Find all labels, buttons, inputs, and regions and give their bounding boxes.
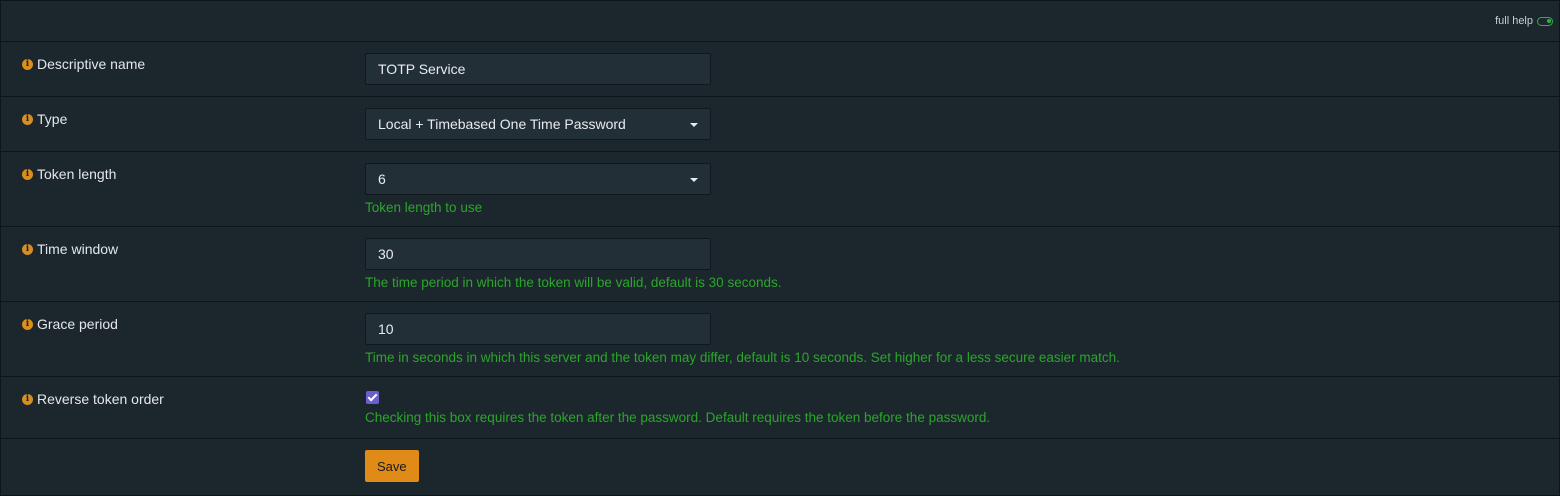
save-button[interactable]: Save	[365, 450, 419, 482]
type-select-value: Local + Timebased One Time Password	[378, 116, 626, 132]
reverse-token-order-label: Reverse token order	[37, 391, 164, 407]
token-length-control: 6 Token length to use	[365, 163, 711, 215]
info-icon[interactable]: i	[22, 318, 33, 330]
descriptive-name-input[interactable]: TOTP Service	[365, 53, 711, 85]
grace-period-value: 10	[378, 321, 394, 337]
topbar: full help	[1, 1, 1559, 42]
row-reverse-token-order: i Reverse token order Checking this box …	[1, 377, 1559, 439]
grace-period-input[interactable]: 10	[365, 313, 711, 345]
type-select[interactable]: Local + Timebased One Time Password	[365, 108, 711, 140]
full-help-label: full help	[1495, 15, 1533, 27]
toggle-on-icon[interactable]	[1537, 16, 1553, 26]
reverse-token-order-checkbox[interactable]	[366, 391, 379, 404]
time-window-label-group: i Time window	[22, 241, 118, 257]
time-window-value: 30	[378, 246, 394, 262]
type-control: Local + Timebased One Time Password	[365, 108, 711, 140]
token-length-help: Token length to use	[365, 200, 483, 215]
descriptive-name-label: Descriptive name	[37, 56, 146, 72]
token-length-label: Token length	[37, 166, 117, 182]
descriptive-name-control: TOTP Service	[365, 53, 711, 85]
grace-period-control: 10 Time in seconds in which this server …	[365, 313, 1120, 365]
reverse-token-order-label-group: i Reverse token order	[22, 391, 164, 407]
descriptive-name-label-group: i Descriptive name	[22, 56, 145, 72]
row-token-length: i Token length 6 Token length to use	[1, 152, 1559, 227]
reverse-token-order-control: Checking this box requires the token aft…	[365, 388, 990, 425]
info-icon[interactable]: i	[22, 243, 33, 255]
info-icon[interactable]: i	[22, 113, 33, 125]
row-actions: Save	[1, 439, 1559, 494]
grace-period-help: Time in seconds in which this server and…	[365, 350, 1120, 365]
token-length-select[interactable]: 6	[365, 163, 711, 195]
row-type: i Type Local + Timebased One Time Passwo…	[1, 97, 1559, 152]
reverse-token-order-help: Checking this box requires the token aft…	[365, 410, 991, 425]
time-window-control: 30 The time period in which the token wi…	[365, 238, 781, 290]
token-length-value: 6	[378, 171, 386, 187]
caret-down-icon	[690, 123, 698, 127]
info-icon[interactable]: i	[22, 58, 33, 70]
full-help-toggle[interactable]: full help	[1495, 15, 1553, 27]
time-window-label: Time window	[37, 241, 119, 257]
token-length-label-group: i Token length	[22, 166, 116, 182]
grace-period-label-group: i Grace period	[22, 316, 118, 332]
row-grace-period: i Grace period 10 Time in seconds in whi…	[1, 302, 1559, 377]
time-window-help: The time period in which the token will …	[365, 275, 782, 290]
type-label: Type	[37, 111, 68, 127]
actions-control: Save	[365, 450, 419, 482]
row-time-window: i Time window 30 The time period in whic…	[1, 227, 1559, 302]
info-icon[interactable]: i	[22, 168, 33, 180]
descriptive-name-value: TOTP Service	[378, 61, 466, 77]
row-descriptive-name: i Descriptive name TOTP Service	[1, 42, 1559, 97]
type-label-group: i Type	[22, 111, 67, 127]
time-window-input[interactable]: 30	[365, 238, 711, 270]
info-icon[interactable]: i	[22, 393, 33, 405]
caret-down-icon	[690, 178, 698, 182]
grace-period-label: Grace period	[37, 316, 118, 332]
settings-panel: full help i Descriptive name TOTP Servic…	[0, 0, 1560, 496]
